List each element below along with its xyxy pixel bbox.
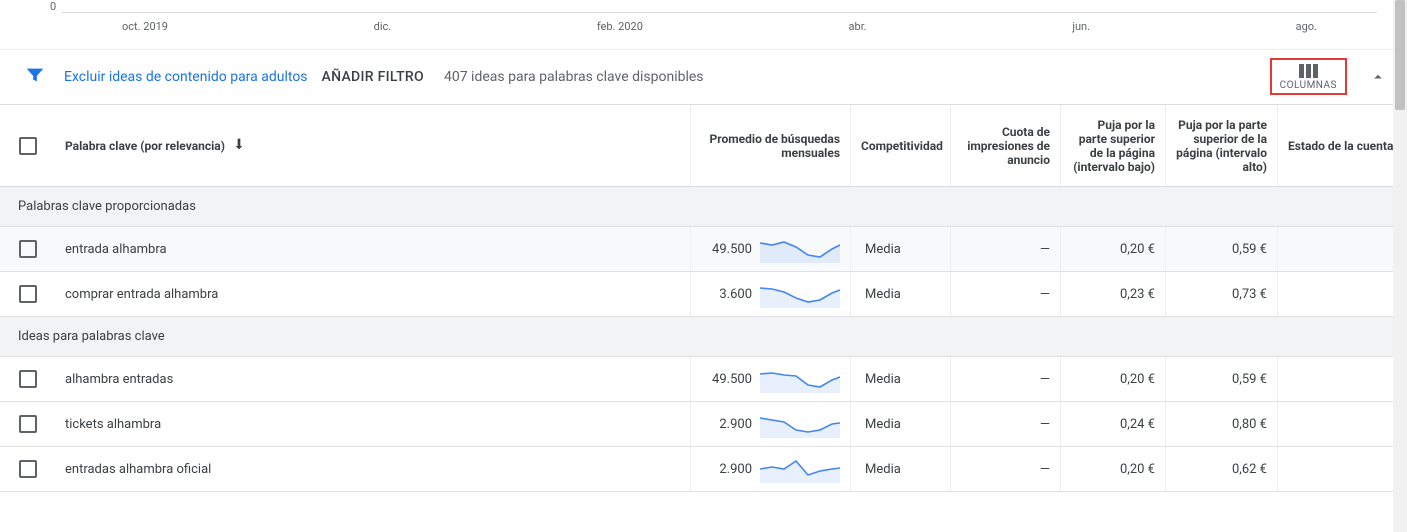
table-header: Palabra clave (por relevancia) Promedio …: [0, 105, 1407, 187]
row-checkbox[interactable]: [19, 415, 37, 433]
cell-searches: 49.500: [690, 227, 850, 271]
header-ad-share[interactable]: Cuota de impresiones de anuncio: [950, 105, 1060, 186]
header-competition-label: Competitividad: [861, 139, 943, 153]
table-row[interactable]: alhambra entradas 49.500 Media — 0,20 € …: [0, 357, 1407, 402]
x-axis-ticks: oct. 2019 dic. feb. 2020 abr. jun. ago.: [62, 20, 1377, 33]
header-ad-share-label: Cuota de impresiones de anuncio: [961, 125, 1050, 167]
cell-competition: Media: [850, 447, 950, 491]
table-row[interactable]: tickets alhambra 2.900 Media — 0,24 € 0,…: [0, 402, 1407, 447]
cell-account-status: [1277, 402, 1407, 446]
cell-competition: Media: [850, 357, 950, 401]
cell-ad-share: —: [950, 447, 1060, 491]
section-provided-keywords: Palabras clave proporcionadas: [0, 187, 1407, 227]
cell-high-bid: 0,62 €: [1165, 447, 1277, 491]
columns-label: COLUMNAS: [1280, 80, 1337, 91]
table-row[interactable]: comprar entrada alhambra 3.600 Media — 0…: [0, 272, 1407, 317]
cell-high-bid: 0,59 €: [1165, 227, 1277, 271]
row-checkbox[interactable]: [19, 460, 37, 478]
cell-searches: 49.500: [690, 357, 850, 401]
cell-high-bid: 0,80 €: [1165, 402, 1277, 446]
cell-low-bid: 0,24 €: [1060, 402, 1165, 446]
filter-icon[interactable]: [24, 64, 46, 90]
table-row[interactable]: entradas alhambra oficial 2.900 Media — …: [0, 447, 1407, 492]
filter-bar: Excluir ideas de contenido para adultos …: [0, 50, 1407, 105]
x-tick-label: ago.: [1296, 20, 1317, 33]
cell-account-status: [1277, 357, 1407, 401]
sparkline-icon: [760, 410, 840, 438]
x-tick-label: dic.: [374, 20, 392, 33]
header-account-status[interactable]: Estado de la cuenta: [1277, 105, 1407, 186]
cell-account-status: [1277, 272, 1407, 316]
cell-keyword: comprar entrada alhambra: [55, 272, 690, 316]
cell-keyword: tickets alhambra: [55, 402, 690, 446]
cell-ad-share: —: [950, 402, 1060, 446]
cell-account-status: [1277, 447, 1407, 491]
vertical-scrollbar[interactable]: [1393, 0, 1407, 532]
searches-value: 2.900: [719, 462, 752, 477]
cell-ad-share: —: [950, 272, 1060, 316]
add-filter-button[interactable]: AÑADIR FILTRO: [322, 69, 424, 85]
x-tick-label: feb. 2020: [597, 20, 643, 33]
row-checkbox[interactable]: [19, 240, 37, 258]
columns-button[interactable]: COLUMNAS: [1270, 58, 1347, 95]
cell-account-status: [1277, 227, 1407, 271]
sparkline-icon: [760, 455, 840, 483]
cell-keyword: entrada alhambra: [55, 227, 690, 271]
sparkline-icon: [760, 235, 840, 263]
cell-low-bid: 0,20 €: [1060, 357, 1165, 401]
cell-competition: Media: [850, 402, 950, 446]
cell-high-bid: 0,73 €: [1165, 272, 1277, 316]
sort-arrow-icon: [225, 136, 247, 155]
cell-searches: 2.900: [690, 402, 850, 446]
cell-searches: 3.600: [690, 272, 850, 316]
searches-value: 49.500: [712, 242, 752, 257]
cell-keyword: alhambra entradas: [55, 357, 690, 401]
row-checkbox[interactable]: [19, 370, 37, 388]
header-low-bid-label: Puja por la parte superior de la página …: [1071, 118, 1155, 174]
header-keyword[interactable]: Palabra clave (por relevancia): [55, 105, 690, 186]
exclude-adult-content-link[interactable]: Excluir ideas de contenido para adultos: [64, 69, 308, 85]
ideas-available-text: 407 ideas para palabras clave disponible…: [444, 69, 704, 85]
section-keyword-ideas: Ideas para palabras clave: [0, 317, 1407, 357]
header-low-bid[interactable]: Puja por la parte superior de la página …: [1060, 105, 1165, 186]
sparkline-icon: [760, 280, 840, 308]
cell-high-bid: 0,59 €: [1165, 357, 1277, 401]
cell-competition: Media: [850, 272, 950, 316]
searches-value: 49.500: [712, 372, 752, 387]
searches-value: 3.600: [719, 287, 752, 302]
cell-competition: Media: [850, 227, 950, 271]
select-all-checkbox[interactable]: [19, 137, 37, 155]
header-avg-searches-label: Promedio de búsquedas mensuales: [701, 132, 840, 160]
x-tick-label: abr.: [849, 20, 867, 33]
cell-searches: 2.900: [690, 447, 850, 491]
axis-baseline: [62, 12, 1377, 13]
table-row[interactable]: entrada alhambra 49.500 Media — 0,20 € 0…: [0, 227, 1407, 272]
cell-low-bid: 0,23 €: [1060, 272, 1165, 316]
header-competition[interactable]: Competitividad: [850, 105, 950, 186]
cell-ad-share: —: [950, 357, 1060, 401]
header-avg-searches[interactable]: Promedio de búsquedas mensuales: [690, 105, 850, 186]
cell-low-bid: 0,20 €: [1060, 227, 1165, 271]
cell-ad-share: —: [950, 227, 1060, 271]
header-high-bid[interactable]: Puja por la parte superior de la página …: [1165, 105, 1277, 186]
x-tick-label: oct. 2019: [122, 20, 168, 33]
x-tick-label: jun.: [1072, 20, 1090, 33]
trend-chart-axis: 0 oct. 2019 dic. feb. 2020 abr. jun. ago…: [0, 0, 1407, 50]
header-keyword-label: Palabra clave (por relevancia): [65, 139, 225, 153]
collapse-button[interactable]: [1369, 68, 1387, 90]
columns-icon: [1299, 64, 1318, 78]
cell-keyword: entradas alhambra oficial: [55, 447, 690, 491]
searches-value: 2.900: [719, 417, 752, 432]
cell-low-bid: 0,20 €: [1060, 447, 1165, 491]
row-checkbox[interactable]: [19, 285, 37, 303]
scrollbar-thumb[interactable]: [1395, 0, 1405, 110]
sparkline-icon: [760, 365, 840, 393]
y-zero-label: 0: [50, 0, 56, 13]
header-account-status-label: Estado de la cuenta: [1288, 139, 1393, 153]
header-high-bid-label: Puja por la parte superior de la página …: [1176, 118, 1267, 174]
